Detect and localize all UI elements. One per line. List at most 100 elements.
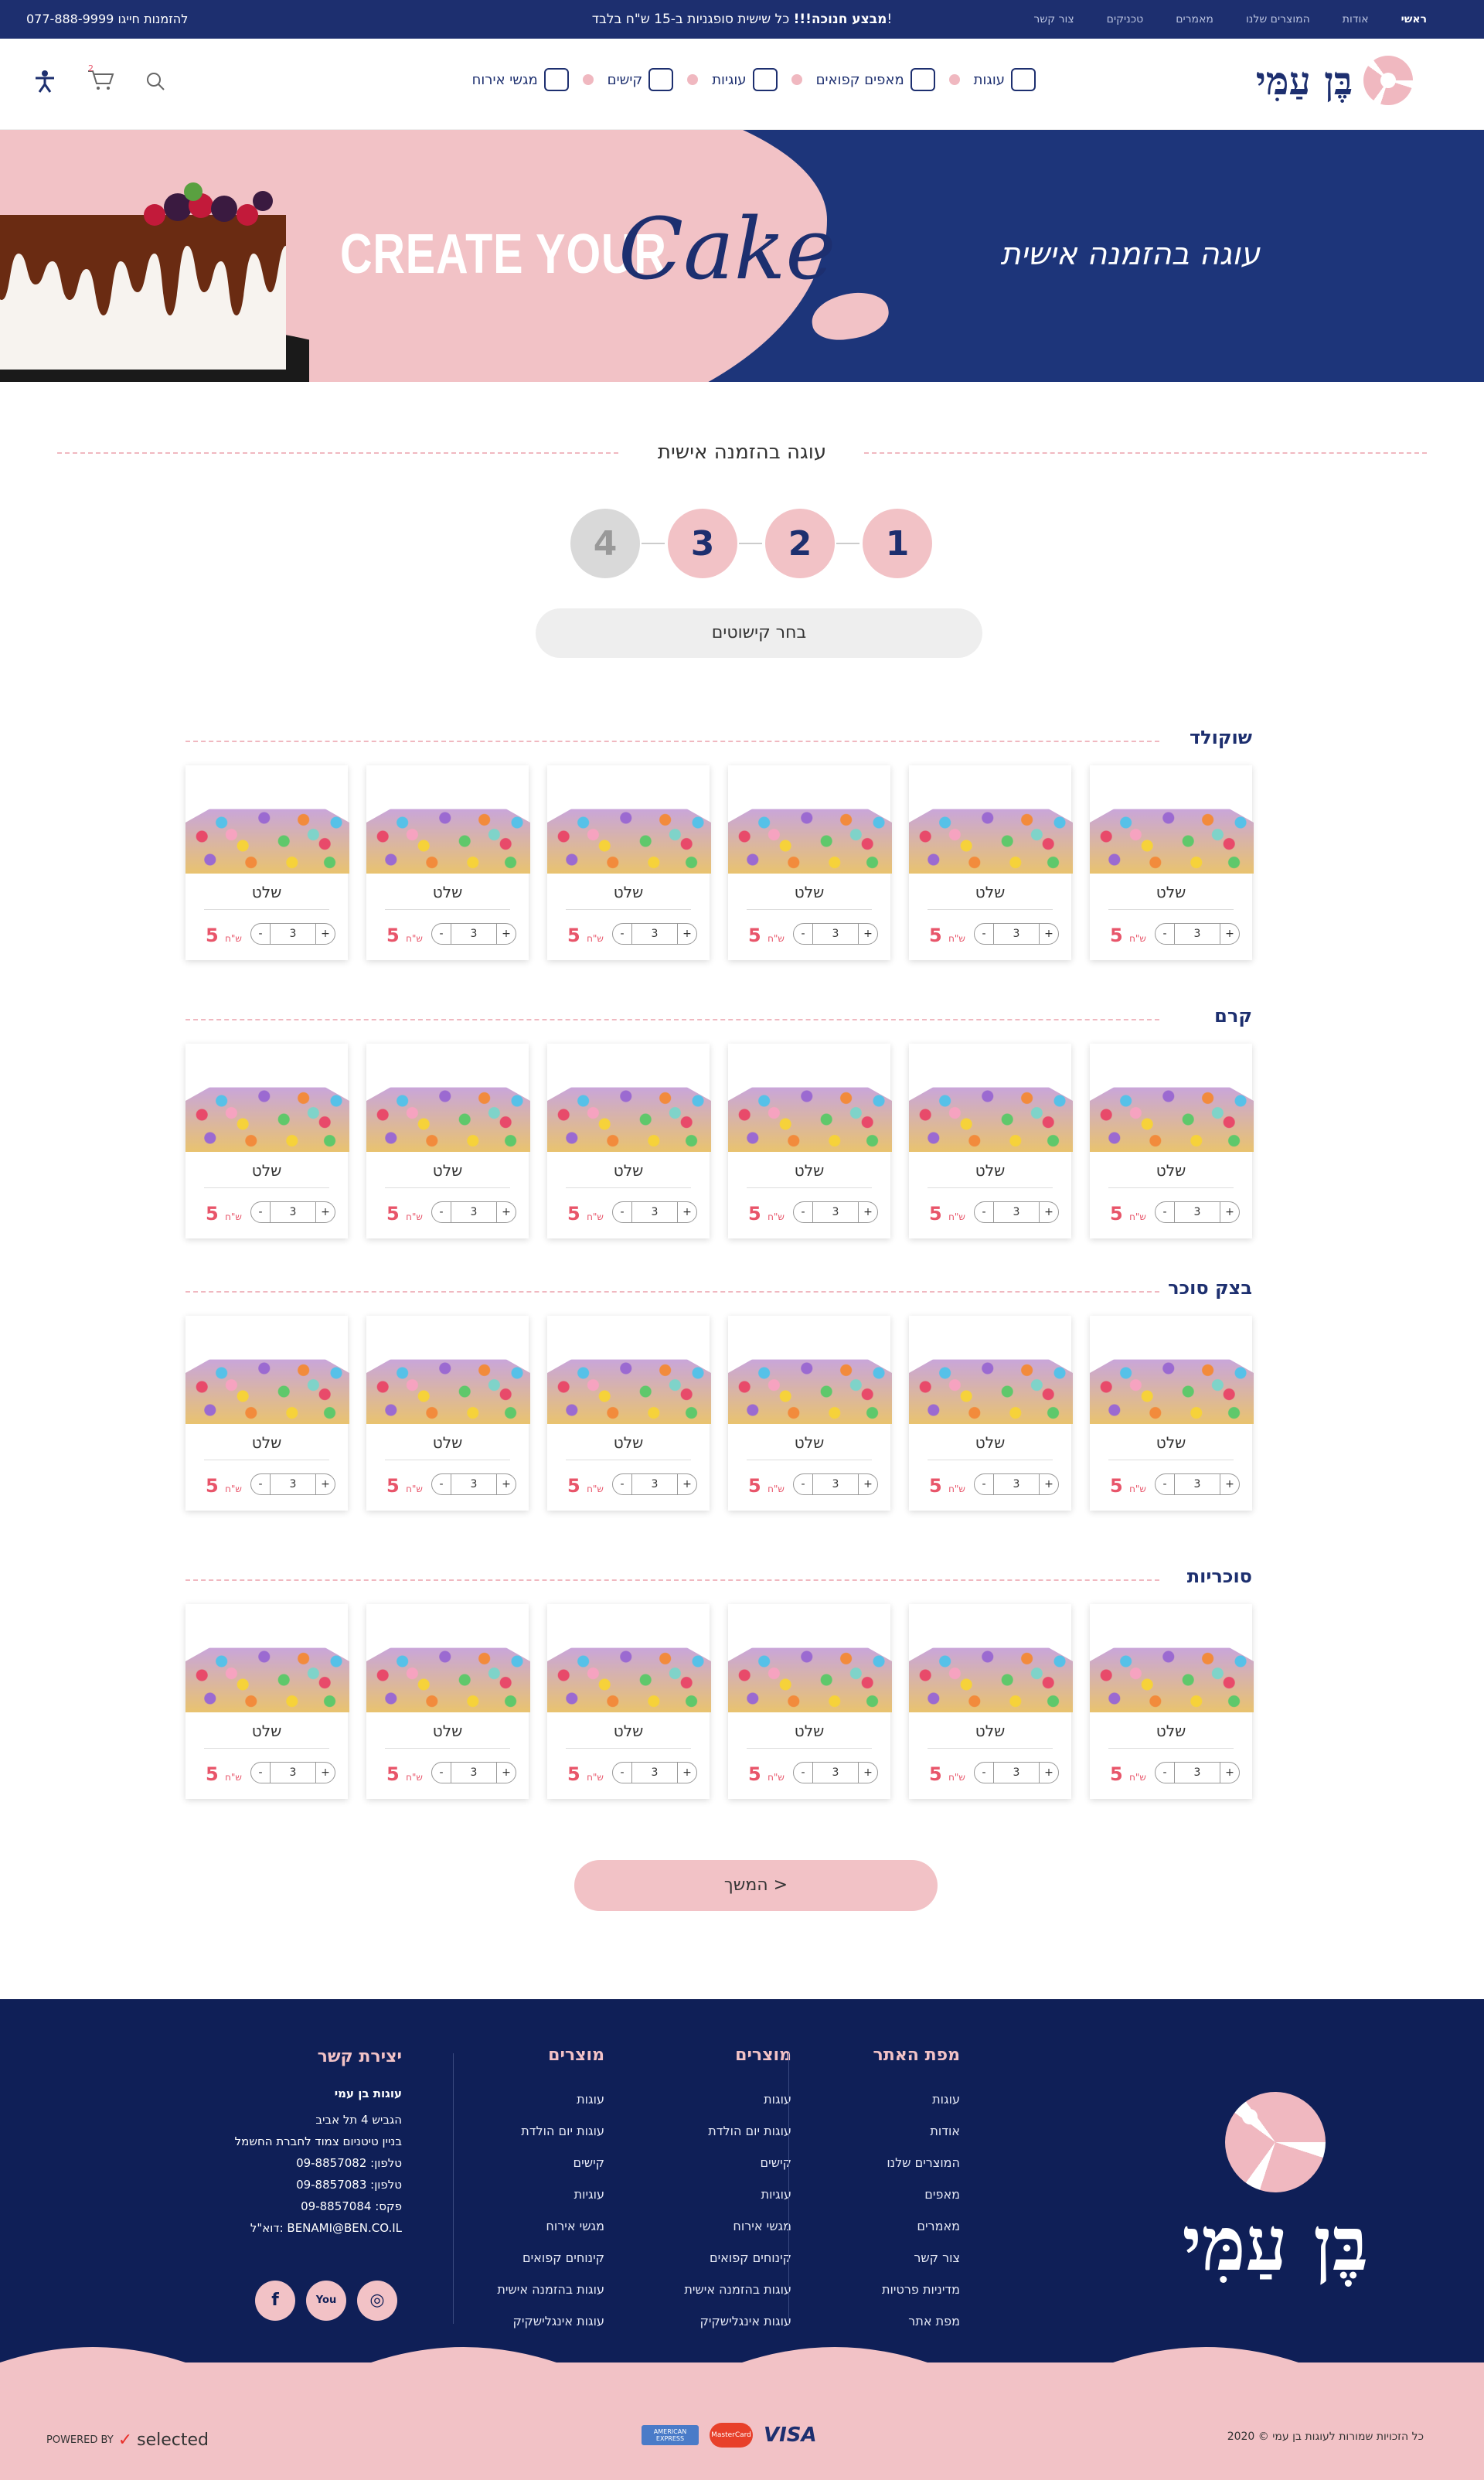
footer-link[interactable]: מגשי אירוח (497, 2210, 604, 2242)
site-logo[interactable]: בֶּן עַמִּי (1256, 56, 1413, 105)
product-card[interactable]: שלט 5 ש"ח -3 + (186, 1316, 349, 1511)
decrement-button[interactable]: - (794, 1766, 812, 1779)
footer-link[interactable]: מאמרים (873, 2210, 960, 2242)
increment-button[interactable]: + (859, 1206, 877, 1218)
quantity-input[interactable]: 3 (631, 924, 678, 944)
facebook-icon[interactable]: f (255, 2281, 295, 2321)
increment-button[interactable]: + (859, 1766, 877, 1779)
quantity-input[interactable]: 3 (1174, 1202, 1220, 1222)
product-card[interactable]: שלט 5 ש"ח -3 + (909, 765, 1073, 960)
footer-link[interactable]: עוגות יום הולדת (684, 2115, 791, 2147)
footer-link[interactable]: עוגיות (497, 2179, 604, 2210)
increment-button[interactable]: + (859, 928, 877, 940)
footer-link[interactable]: מאפים (873, 2179, 960, 2210)
decrement-button[interactable]: - (1156, 1206, 1174, 1218)
product-card[interactable]: שלט 5 ש"ח -3 + (909, 1316, 1073, 1511)
nav-item-platters[interactable]: מגשי אירוח (472, 68, 569, 91)
product-card[interactable]: שלט 5 ש"ח -3 + (547, 1604, 711, 1799)
quantity-input[interactable]: 3 (812, 1202, 859, 1222)
footer-link[interactable]: אודות (873, 2115, 960, 2147)
footer-link[interactable]: צור קשר (873, 2242, 960, 2274)
footer-link[interactable]: עוגות (873, 2083, 960, 2115)
increment-button[interactable]: + (1220, 1766, 1239, 1779)
footer-link[interactable]: המוצרים שלנו (873, 2147, 960, 2179)
decrement-button[interactable]: - (613, 1478, 631, 1490)
footer-link[interactable]: קישים (684, 2147, 791, 2179)
decrement-button[interactable]: - (794, 1206, 812, 1218)
powered-by[interactable]: POWERED BY ✓ selected (46, 2431, 209, 2450)
increment-button[interactable]: + (1040, 1206, 1058, 1218)
product-card[interactable]: שלט 5 ש"ח -3 + (186, 1604, 349, 1799)
pick-decorations-button[interactable]: בחר קישוטים (536, 608, 982, 658)
nav-item-quiches[interactable]: קישים (608, 68, 674, 91)
product-card[interactable]: שלט 5 ש"ח -3 + (728, 1604, 892, 1799)
footer-link[interactable]: עוגות יום הולדת (497, 2115, 604, 2147)
product-card[interactable]: שלט 5 ש"ח -3 + (366, 1316, 530, 1511)
product-card[interactable]: שלט 5 ש"ח -3 + (1090, 765, 1254, 960)
increment-button[interactable]: + (1040, 928, 1058, 940)
nav-item-cookies[interactable]: עוגיות (712, 68, 778, 91)
quantity-input[interactable]: 3 (812, 1474, 859, 1494)
increment-button[interactable]: + (1040, 1478, 1058, 1490)
increment-button[interactable]: + (678, 928, 696, 940)
search-icon[interactable] (145, 71, 165, 91)
nav-item-cakes[interactable]: עוגות (974, 68, 1036, 91)
footer-link[interactable]: קינוחים קפואים (497, 2242, 604, 2274)
footer-link[interactable]: עוגות (684, 2083, 791, 2115)
quantity-input[interactable]: 3 (993, 924, 1040, 944)
product-card[interactable]: שלט 5 ש"ח -3 + (547, 765, 711, 960)
quantity-input[interactable]: 3 (451, 1474, 497, 1494)
top-link-techniques[interactable]: טכניקים (1107, 13, 1144, 26)
quantity-input[interactable]: 3 (270, 1763, 316, 1783)
instagram-icon[interactable]: ◎ (357, 2281, 397, 2321)
decrement-button[interactable]: - (1156, 928, 1174, 940)
quantity-input[interactable]: 3 (1174, 924, 1220, 944)
quantity-input[interactable]: 3 (270, 1202, 316, 1222)
increment-button[interactable]: + (678, 1206, 696, 1218)
quantity-input[interactable]: 3 (1174, 1763, 1220, 1783)
decrement-button[interactable]: - (432, 1766, 451, 1779)
product-card[interactable]: שלט 5 ש"ח -3 + (728, 765, 892, 960)
increment-button[interactable]: + (316, 928, 335, 940)
decrement-button[interactable]: - (251, 928, 270, 940)
order-phone[interactable]: 077-888-9999 להזמנות חייגו (26, 0, 188, 39)
decrement-button[interactable]: - (1156, 1766, 1174, 1779)
top-link-articles[interactable]: מאמרים (1176, 13, 1213, 26)
step-3[interactable]: 3 (642, 509, 737, 578)
decrement-button[interactable]: - (432, 928, 451, 940)
next-button[interactable]: המשך > (574, 1860, 938, 1911)
increment-button[interactable]: + (1040, 1766, 1058, 1779)
product-card[interactable]: שלט 5 ש"ח -3 + (186, 1044, 349, 1238)
increment-button[interactable]: + (1220, 928, 1239, 940)
quantity-input[interactable]: 3 (993, 1474, 1040, 1494)
product-card[interactable]: שלט 5 ש"ח -3 + (547, 1316, 711, 1511)
top-link-home[interactable]: ראשי (1401, 13, 1427, 26)
decrement-button[interactable]: - (613, 1206, 631, 1218)
increment-button[interactable]: + (497, 928, 516, 940)
increment-button[interactable]: + (497, 1766, 516, 1779)
quantity-input[interactable]: 3 (812, 1763, 859, 1783)
product-card[interactable]: שלט 5 ש"ח -3 + (547, 1044, 711, 1238)
quantity-input[interactable]: 3 (451, 1763, 497, 1783)
increment-button[interactable]: + (316, 1478, 335, 1490)
quantity-input[interactable]: 3 (631, 1474, 678, 1494)
product-card[interactable]: שלט 5 ש"ח -3 + (366, 765, 530, 960)
quantity-input[interactable]: 3 (631, 1202, 678, 1222)
increment-button[interactable]: + (1220, 1478, 1239, 1490)
increment-button[interactable]: + (497, 1478, 516, 1490)
accessibility-icon[interactable] (34, 70, 56, 93)
quantity-input[interactable]: 3 (270, 1474, 316, 1494)
footer-link[interactable]: עוגות בהזמנה אישית (497, 2274, 604, 2305)
product-card[interactable]: שלט 5 ש"ח -3 + (909, 1044, 1073, 1238)
product-card[interactable]: שלט 5 ש"ח -3 + (1090, 1044, 1254, 1238)
quantity-input[interactable]: 3 (812, 924, 859, 944)
footer-link[interactable]: קינוחים קפואים (684, 2242, 791, 2274)
product-card[interactable]: שלט 5 ש"ח -3 + (366, 1604, 530, 1799)
decrement-button[interactable]: - (613, 928, 631, 940)
top-link-contact[interactable]: צור קשר (1033, 13, 1074, 26)
product-card[interactable]: שלט 5 ש"ח -3 + (728, 1316, 892, 1511)
footer-link[interactable]: עוגות (497, 2083, 604, 2115)
product-card[interactable]: שלט 5 ש"ח -3 + (1090, 1316, 1254, 1511)
step-4[interactable]: 4 (570, 509, 640, 578)
decrement-button[interactable]: - (613, 1766, 631, 1779)
